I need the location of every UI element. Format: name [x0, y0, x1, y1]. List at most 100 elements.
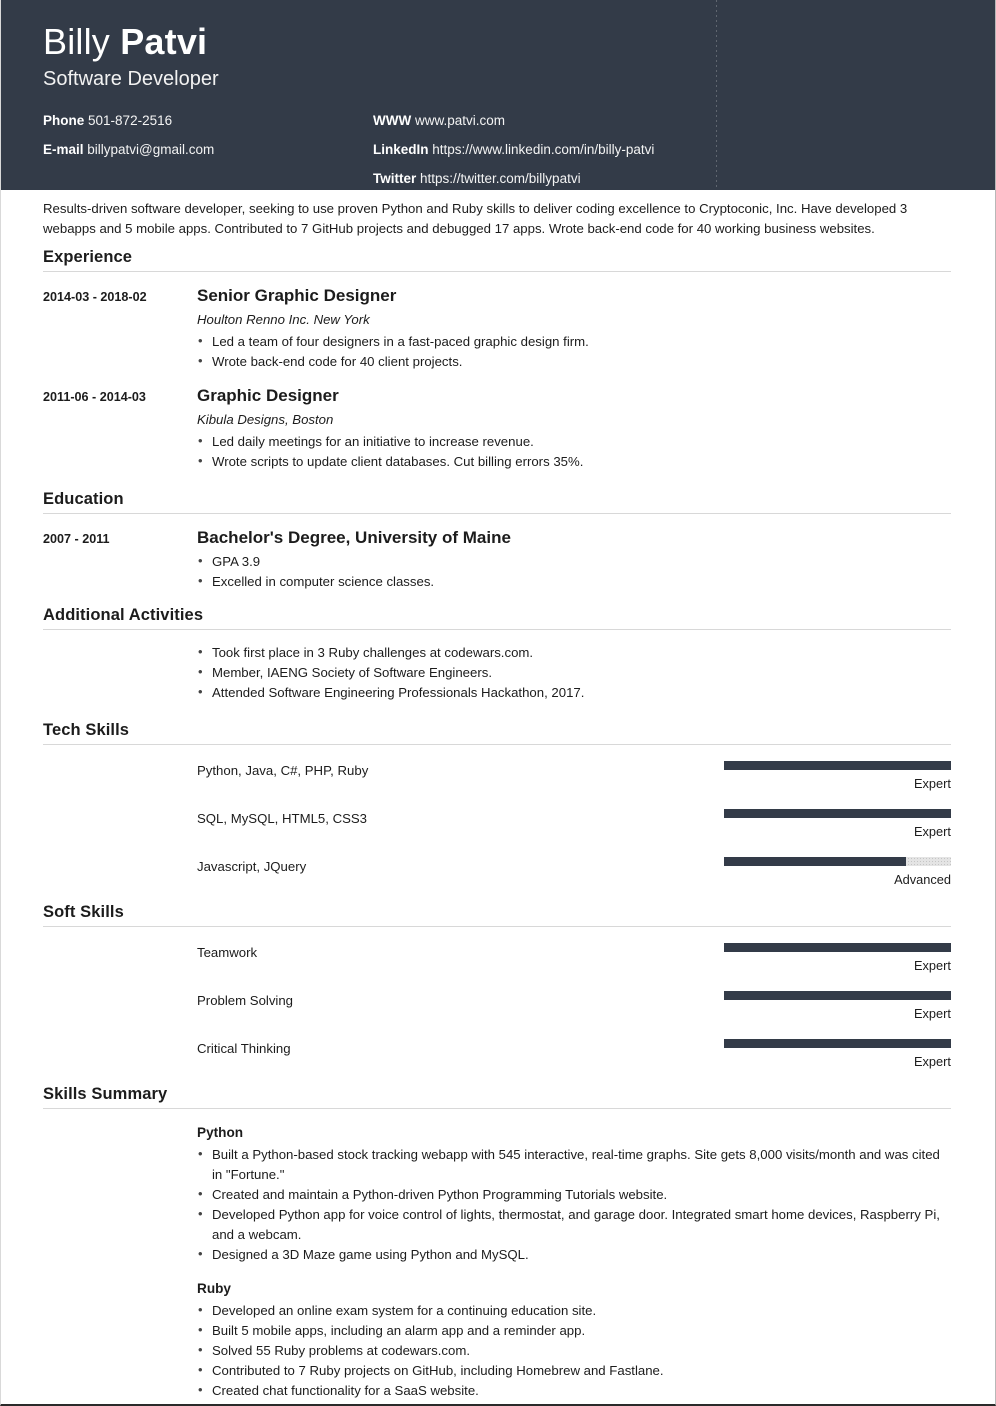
tech-skill-row: SQL, MySQL, HTML5, CSS3 Expert: [43, 793, 951, 841]
list-item: Led a team of four designers in a fast-p…: [197, 331, 951, 352]
meter-track: [724, 943, 951, 952]
list-item: Member, IAENG Society of Software Engine…: [197, 662, 951, 683]
contact-www-label: WWW: [373, 113, 412, 128]
skills-summary-group-title: Python: [197, 1125, 244, 1140]
tech-skill-meter: Expert: [724, 809, 951, 841]
list-item: Took first place in 3 Ruby challenges at…: [197, 642, 951, 663]
skills-summary-group-body: Python Built a Python-based stock tracki…: [197, 1123, 951, 1265]
meter-fill: [724, 857, 906, 866]
experience-entry: 2014-03 - 2018-02 Senior Graphic Designe…: [43, 272, 951, 372]
contact-column-right: WWW www.patvi.com LinkedIn https://www.l…: [373, 106, 995, 193]
list-item: Created chat functionality for a SaaS we…: [197, 1380, 951, 1401]
section-heading-experience: Experience: [43, 242, 951, 272]
contact-column-left: Phone 501-872-2516 E-mail billypatvi@gma…: [43, 106, 373, 164]
meter-track: [724, 1039, 951, 1048]
contact-phone: Phone 501-872-2516: [43, 106, 373, 135]
list-item: Created and maintain a Python-driven Pyt…: [197, 1184, 951, 1205]
meter-fill: [724, 1039, 951, 1048]
tech-skill-name: SQL, MySQL, HTML5, CSS3: [197, 811, 368, 826]
resume-body: Results-driven software developer, seeki…: [1, 190, 995, 1404]
contact-email-label: E-mail: [43, 142, 84, 157]
experience-entry-employer: Houlton Renno Inc. New York: [197, 312, 370, 327]
tech-skill-name: Python, Java, C#, PHP, Ruby: [197, 763, 369, 778]
contact-twitter-label: Twitter: [373, 171, 417, 186]
experience-entry-title: Senior Graphic Designer: [197, 286, 397, 305]
section-heading-skills-summary: Skills Summary: [43, 1079, 951, 1109]
resume-header: Billy Patvi Software Developer Phone 501…: [1, 0, 995, 190]
tech-skill-name: Javascript, JQuery: [197, 859, 307, 874]
list-item: Designed a 3D Maze game using Python and…: [197, 1244, 951, 1265]
contact-email-value[interactable]: billypatvi@gmail.com: [87, 142, 214, 157]
education-entry-date: 2007 - 2011: [43, 532, 110, 546]
soft-skill-level: Expert: [914, 1006, 951, 1021]
contact-linkedin: LinkedIn https://www.linkedin.com/in/bil…: [373, 135, 995, 164]
education-entry-body: Bachelor's Degree, University of Maine G…: [197, 527, 951, 592]
contact-phone-label: Phone: [43, 113, 85, 128]
tech-skill-meter: Advanced: [724, 857, 951, 889]
experience-entry-bullets: Led daily meetings for an initiative to …: [197, 431, 951, 472]
contact-phone-value: 501-872-2516: [88, 113, 173, 128]
meter-track: [724, 809, 951, 818]
experience-entry-title: Graphic Designer: [197, 386, 339, 405]
soft-skill-meter: Expert: [724, 991, 951, 1023]
experience-entry: 2011-06 - 2014-03 Graphic Designer Kibul…: [43, 372, 951, 472]
experience-entry-date: 2011-06 - 2014-03: [43, 390, 146, 404]
contact-twitter-value[interactable]: https://twitter.com/billypatvi: [420, 171, 581, 186]
experience-entry-date: 2014-03 - 2018-02: [43, 290, 147, 304]
resume-page: Billy Patvi Software Developer Phone 501…: [0, 0, 996, 1406]
page-title: Billy Patvi: [43, 20, 995, 64]
skills-summary-bullets: Developed an online exam system for a co…: [197, 1300, 951, 1401]
contact-linkedin-label: LinkedIn: [373, 142, 429, 157]
section-heading-education: Education: [43, 484, 951, 514]
education-entry-bullets: GPA 3.9 Excelled in computer science cla…: [197, 551, 951, 592]
tech-skill-row: Python, Java, C#, PHP, Ruby Expert: [43, 745, 951, 793]
meter-fill: [724, 761, 951, 770]
tech-skill-level: Advanced: [894, 872, 951, 887]
skills-summary-bullets: Built a Python-based stock tracking weba…: [197, 1144, 951, 1265]
tech-skill-meter: Expert: [724, 761, 951, 793]
list-item: Built a Python-based stock tracking weba…: [197, 1144, 951, 1185]
skills-summary-group-python: Python Built a Python-based stock tracki…: [43, 1109, 951, 1265]
meter-fill: [724, 809, 951, 818]
soft-skill-level: Expert: [914, 1054, 951, 1069]
soft-skill-name: Critical Thinking: [197, 1041, 291, 1056]
skills-summary-group-ruby: Ruby Developed an online exam system for…: [43, 1265, 951, 1401]
list-item: Wrote scripts to update client databases…: [197, 451, 951, 472]
header-divider: [716, 0, 717, 190]
experience-entry-body: Graphic Designer Kibula Designs, Boston …: [197, 385, 951, 472]
list-item: Led daily meetings for an initiative to …: [197, 431, 951, 452]
soft-skill-row: Critical Thinking Expert: [43, 1023, 951, 1071]
meter-track: [724, 991, 951, 1000]
contact-www-value[interactable]: www.patvi.com: [415, 113, 505, 128]
additional-activities-entry: Took first place in 3 Ruby challenges at…: [43, 630, 951, 703]
tech-skill-row: Javascript, JQuery Advanced: [43, 841, 951, 889]
additional-activities-date-spacer: [43, 643, 197, 703]
section-heading-soft-skills: Soft Skills: [43, 897, 951, 927]
additional-activities-body: Took first place in 3 Ruby challenges at…: [197, 642, 951, 703]
list-item: Excelled in computer science classes.: [197, 571, 951, 592]
list-item: Contributed to 7 Ruby projects on GitHub…: [197, 1360, 951, 1381]
contact-linkedin-value[interactable]: https://www.linkedin.com/in/billy-patvi: [432, 142, 654, 157]
professional-summary: Results-driven software developer, seeki…: [43, 201, 908, 236]
education-entry-title: Bachelor's Degree, University of Maine: [197, 528, 511, 547]
section-heading-additional-activities: Additional Activities: [43, 600, 951, 630]
contact-block: Phone 501-872-2516 E-mail billypatvi@gma…: [43, 106, 995, 193]
skill-date-spacer: [43, 1279, 197, 1401]
skills-summary-group-title: Ruby: [197, 1281, 231, 1296]
additional-activities-bullets: Took first place in 3 Ruby challenges at…: [197, 642, 951, 703]
list-item: Developed an online exam system for a co…: [197, 1300, 951, 1321]
last-name: Patvi: [120, 21, 208, 62]
skills-summary-group-body: Ruby Developed an online exam system for…: [197, 1279, 951, 1401]
education-entry: 2007 - 2011 Bachelor's Degree, Universit…: [43, 514, 951, 592]
list-item: GPA 3.9: [197, 551, 951, 572]
soft-skill-meter: Expert: [724, 943, 951, 975]
list-item: Solved 55 Ruby problems at codewars.com.: [197, 1340, 951, 1361]
soft-skill-level: Expert: [914, 958, 951, 973]
meter-fill: [724, 991, 951, 1000]
tech-skill-level: Expert: [914, 776, 951, 791]
